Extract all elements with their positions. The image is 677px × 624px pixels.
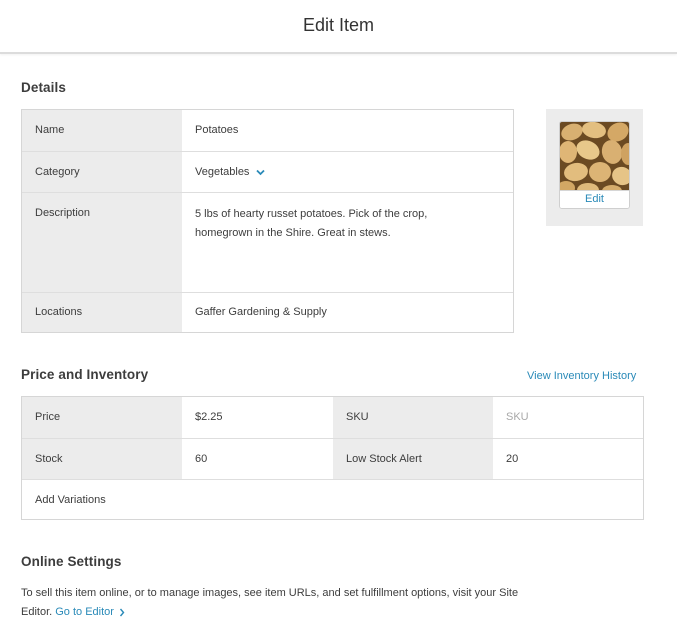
go-to-editor-label: Go to Editor bbox=[55, 606, 114, 618]
description-row: Description 5 lbs of hearty russet potat… bbox=[22, 192, 513, 292]
sku-field[interactable]: SKU bbox=[493, 397, 643, 438]
online-settings-text: To sell this item online, or to manage i… bbox=[21, 584, 521, 622]
go-to-editor-link[interactable]: Go to Editor bbox=[55, 606, 125, 618]
page-header: Edit Item bbox=[0, 0, 677, 54]
price-inventory-table: Price $2.25 SKU SKU Stock 60 Low Stock A… bbox=[21, 396, 644, 520]
image-edit-button[interactable]: Edit bbox=[560, 190, 629, 208]
description-label: Description bbox=[22, 193, 182, 292]
category-label: Category bbox=[22, 152, 182, 192]
stock-row: Stock 60 Low Stock Alert 20 bbox=[22, 438, 643, 479]
add-variations-row: Add Variations bbox=[22, 479, 643, 519]
add-variations-link[interactable]: Add Variations bbox=[22, 480, 106, 520]
name-row: Name Potatoes bbox=[22, 110, 513, 151]
category-value: Vegetables bbox=[195, 166, 250, 178]
stock-label: Stock bbox=[22, 439, 182, 479]
price-field[interactable]: $2.25 bbox=[182, 397, 333, 438]
category-row: Category Vegetables bbox=[22, 151, 513, 192]
item-image-panel: Edit bbox=[546, 109, 643, 226]
online-settings-title: Online Settings bbox=[21, 554, 122, 569]
item-image-card[interactable]: Edit bbox=[559, 121, 630, 209]
stock-field[interactable]: 60 bbox=[182, 439, 333, 479]
sku-label: SKU bbox=[333, 397, 493, 438]
potatoes-photo-icon bbox=[560, 122, 629, 193]
chevron-down-icon bbox=[255, 169, 265, 175]
price-label: Price bbox=[22, 397, 182, 438]
view-inventory-history-link[interactable]: View Inventory History bbox=[527, 370, 636, 382]
low-stock-alert-field[interactable]: 20 bbox=[493, 439, 643, 479]
page-title: Edit Item bbox=[302, 15, 375, 35]
chevron-right-icon bbox=[119, 608, 125, 617]
details-table: Name Potatoes Category Vegetables Descri… bbox=[21, 109, 514, 333]
low-stock-alert-label: Low Stock Alert bbox=[333, 439, 493, 479]
locations-label: Locations bbox=[22, 293, 182, 332]
name-label: Name bbox=[22, 110, 182, 151]
locations-row: Locations Gaffer Gardening & Supply bbox=[22, 292, 513, 332]
details-section-title: Details bbox=[21, 80, 66, 95]
price-inventory-title: Price and Inventory bbox=[21, 367, 149, 382]
price-sku-row: Price $2.25 SKU SKU bbox=[22, 397, 643, 438]
description-field[interactable]: 5 lbs of hearty russet potatoes. Pick of… bbox=[182, 193, 513, 292]
name-field[interactable]: Potatoes bbox=[182, 110, 513, 151]
category-dropdown[interactable]: Vegetables bbox=[182, 152, 513, 192]
locations-link[interactable]: Gaffer Gardening & Supply bbox=[182, 293, 513, 332]
